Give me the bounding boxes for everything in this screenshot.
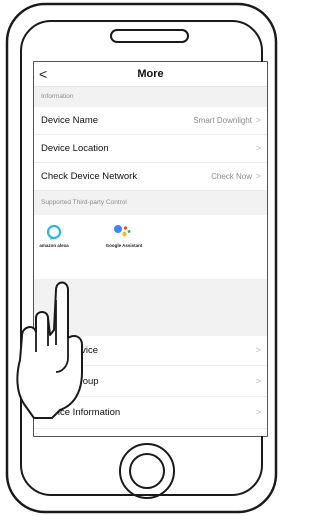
- nav-bar: < More: [34, 62, 267, 87]
- chevron-right-icon: >: [255, 345, 261, 355]
- row-share-device[interactable]: Share Device >: [34, 336, 267, 366]
- page-title: More: [137, 68, 164, 80]
- row-value: Smart Downlight: [193, 116, 252, 125]
- third-party-area: amazon alexa Google Assistant: [34, 215, 267, 279]
- row-device-location[interactable]: Device Location >: [34, 135, 267, 163]
- row-value[interactable]: Check Now: [211, 163, 252, 191]
- row-device-name[interactable]: Device Name Smart Downlight >: [34, 107, 267, 135]
- row-create-group[interactable]: Create Group >: [34, 366, 267, 397]
- google-assistant-label: Google Assistant: [105, 243, 143, 248]
- row-check-network[interactable]: Check Device Network Check Now >: [34, 163, 267, 191]
- row-label: Device Information: [41, 407, 121, 418]
- row-label: Share Device: [41, 345, 99, 356]
- google-assistant-tile[interactable]: Google Assistant: [94, 223, 154, 253]
- chevron-right-icon: >: [255, 171, 261, 181]
- alexa-icon: [46, 224, 62, 240]
- section-header-blank: [34, 279, 267, 336]
- row-device-information[interactable]: Device Information >: [34, 397, 267, 429]
- section-header-information: Information: [34, 87, 267, 107]
- row-label: Check Device Network: [41, 171, 138, 182]
- app-screen: < More Information Device Name Smart Dow…: [34, 62, 267, 436]
- row-label: Device Location: [41, 143, 109, 154]
- section-header-third-party: Supported Third-party Control: [34, 191, 267, 215]
- chevron-right-icon: >: [255, 143, 261, 153]
- row-label: Create Group: [41, 376, 99, 387]
- chevron-right-icon: >: [255, 407, 261, 417]
- row-label: Device Name: [41, 115, 99, 126]
- chevron-right-icon: >: [255, 376, 261, 386]
- alexa-tile[interactable]: amazon alexa: [37, 223, 71, 253]
- google-assistant-icon: [114, 225, 131, 237]
- alexa-label: amazon alexa: [39, 243, 69, 248]
- chevron-right-icon: >: [255, 115, 261, 125]
